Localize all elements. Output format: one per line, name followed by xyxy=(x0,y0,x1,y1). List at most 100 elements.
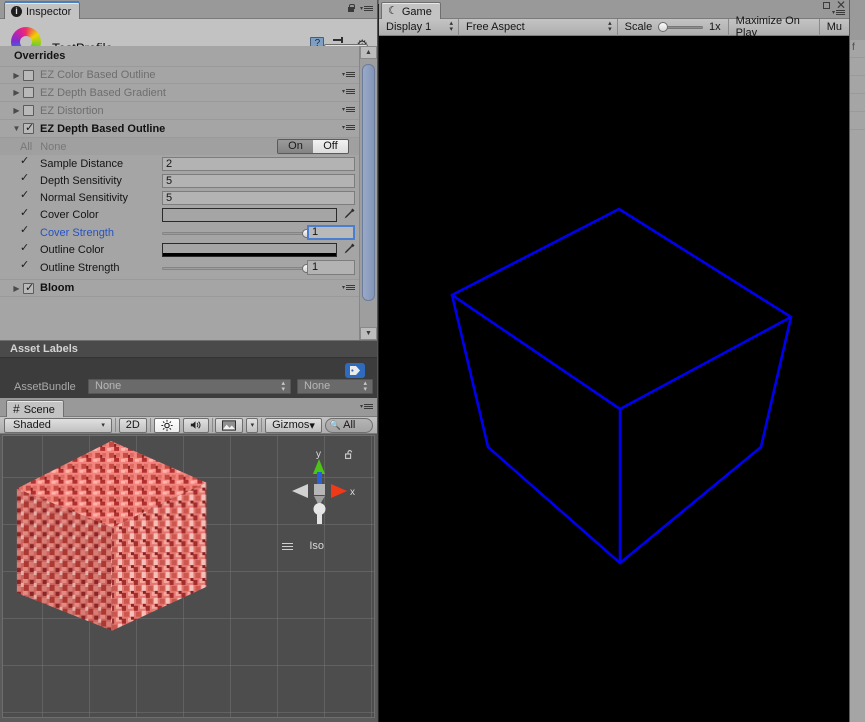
info-circle-icon: i xyxy=(11,6,22,17)
effect-row-distortion[interactable]: ▶ EZ Distortion ▾ xyxy=(0,102,359,120)
hamburger-lines xyxy=(364,6,373,11)
effect-label: EZ Depth Based Outline xyxy=(40,122,166,135)
game-viewport[interactable] xyxy=(379,36,849,722)
scale-label: Scale xyxy=(624,21,653,33)
scene-toolbar: Shaded ▾ 2D ▾ Gizmos ▾ 🔍 All xyxy=(0,417,377,434)
effect-enable-checkbox[interactable] xyxy=(23,121,34,134)
image-icon[interactable] xyxy=(215,417,244,433)
draw-mode-dropdown[interactable]: Shaded ▾ xyxy=(4,417,112,433)
effect-menu-icon[interactable]: ▾ xyxy=(342,71,355,78)
property-override-checkbox[interactable] xyxy=(20,154,31,169)
effect-row-bloom[interactable]: ▶ Bloom ▾ xyxy=(0,279,359,297)
gizmo-projection-label[interactable]: Iso xyxy=(309,540,324,552)
effect-menu-icon[interactable]: ▾ xyxy=(342,284,355,291)
effect-row-depth-based-gradient[interactable]: ▶ EZ Depth Based Gradient ▾ xyxy=(0,84,359,102)
tab-scene[interactable]: # Scene xyxy=(6,400,64,418)
cover-color-swatch[interactable] xyxy=(162,208,337,222)
display-value: Display 1 xyxy=(386,21,432,33)
2d-toggle-button[interactable]: 2D xyxy=(118,417,147,433)
toggle-on[interactable]: On xyxy=(278,140,313,153)
scale-slider-group[interactable]: Scale 1x xyxy=(618,18,729,36)
updown-arrows-icon: ▴ ▾ xyxy=(608,20,612,33)
fx-dropdown-icon[interactable]: ▾ xyxy=(246,417,259,433)
aspect-dropdown[interactable]: Free Aspect ▴ ▾ xyxy=(459,18,618,36)
foldout-arrow-icon[interactable]: ▶ xyxy=(10,71,23,80)
property-override-checkbox[interactable] xyxy=(20,206,31,221)
tab-game[interactable]: ☾ Game xyxy=(381,2,441,20)
inspector-tabstrip: i Inspector ▾ xyxy=(0,0,377,20)
toolbar-separator xyxy=(149,418,151,432)
effect-label: Bloom xyxy=(40,282,75,294)
tag-icon[interactable] xyxy=(345,363,365,378)
foldout-arrow-icon[interactable]: ▶ xyxy=(10,284,23,293)
chevron-down-icon: ▾ xyxy=(341,89,345,95)
chevron-down-icon: ▾ xyxy=(101,422,105,429)
gizmo-axes[interactable]: y x xyxy=(286,448,356,538)
effect-menu-icon[interactable]: ▾ xyxy=(342,88,355,95)
scale-slider[interactable] xyxy=(658,21,704,33)
eyedropper-icon[interactable] xyxy=(342,207,356,221)
lock-open-icon[interactable] xyxy=(345,450,354,460)
normal-sensitivity-input[interactable]: 5 xyxy=(162,190,355,205)
effect-row-depth-based-outline[interactable]: ▼ EZ Depth Based Outline ▾ xyxy=(0,120,359,138)
none-button[interactable]: None xyxy=(40,141,66,153)
inspector-content: Overrides ▶ EZ Color Based Outline ▾ ▶ E… xyxy=(0,46,359,340)
property-override-checkbox[interactable] xyxy=(20,223,31,238)
tab-inspector[interactable]: i Inspector xyxy=(4,1,81,20)
scroll-down-arrow-icon[interactable]: ▼ xyxy=(360,327,377,340)
inspector-scrollbar[interactable]: ▲ ▼ xyxy=(359,46,377,340)
game-menu-icon[interactable]: ▾ xyxy=(832,9,845,16)
property-override-checkbox[interactable] xyxy=(20,258,31,273)
outline-color-swatch[interactable] xyxy=(162,243,337,257)
outline-strength-input[interactable]: 1 xyxy=(307,260,355,275)
hamburger-lines xyxy=(346,72,355,77)
search-input[interactable]: 🔍 All xyxy=(324,417,374,433)
speaker-icon[interactable] xyxy=(182,417,209,433)
foldout-arrow-icon[interactable]: ▶ xyxy=(10,106,23,115)
foldout-arrow-icon[interactable]: ▼ xyxy=(10,124,23,133)
all-button[interactable]: All xyxy=(20,141,32,153)
effect-enable-checkbox[interactable] xyxy=(23,281,34,294)
on-off-toggle[interactable]: On Off xyxy=(277,139,349,154)
display-dropdown[interactable]: Display 1 ▴ ▾ xyxy=(379,18,460,36)
effect-enable-checkbox[interactable] xyxy=(23,105,34,116)
effect-row-color-based-outline[interactable]: ▶ EZ Color Based Outline ▾ xyxy=(0,66,359,84)
chevron-down-icon: ▾ xyxy=(341,285,345,291)
toggle-off[interactable]: Off xyxy=(313,140,348,153)
property-override-checkbox[interactable] xyxy=(20,171,31,186)
asset-bundle-variant-dropdown[interactable]: None ▴ ▾ xyxy=(297,379,373,394)
hamburger-lines xyxy=(346,89,355,94)
effect-menu-icon[interactable]: ▾ xyxy=(342,106,355,113)
scroll-up-arrow-icon[interactable]: ▲ xyxy=(360,46,377,59)
tab-game-label: Game xyxy=(401,5,432,18)
chevron-down-icon: ▾ xyxy=(309,419,315,432)
effect-menu-icon[interactable]: ▾ xyxy=(342,124,355,131)
gizmo-menu-icon[interactable] xyxy=(282,543,293,552)
scrollbar-thumb[interactable] xyxy=(362,64,375,301)
eyedropper-icon[interactable] xyxy=(342,242,356,256)
cover-strength-slider[interactable] xyxy=(162,229,311,238)
scale-slider-handle[interactable] xyxy=(658,22,669,32)
asset-bundle-dropdown[interactable]: None ▴ ▾ xyxy=(88,379,291,394)
inspector-menu-icon[interactable]: ▾ xyxy=(360,5,373,12)
gizmos-dropdown[interactable]: Gizmos ▾ xyxy=(265,417,322,433)
mute-audio-button[interactable]: Mu xyxy=(820,19,849,36)
scene-menu-icon[interactable]: ▾ xyxy=(360,403,373,410)
color-alpha-bar xyxy=(163,253,336,256)
maximize-on-play-button[interactable]: Maximize On Play xyxy=(729,15,820,39)
sample-distance-input[interactable]: 2 xyxy=(162,156,355,171)
depth-sensitivity-input[interactable]: 5 xyxy=(162,173,355,188)
lock-icon[interactable] xyxy=(347,4,355,13)
property-override-checkbox[interactable] xyxy=(20,188,31,203)
maximize-icon[interactable] xyxy=(822,2,830,9)
effect-enable-checkbox[interactable] xyxy=(23,87,34,98)
scene-view-gizmo[interactable]: y x Iso xyxy=(282,448,356,552)
property-label: Sample Distance xyxy=(40,157,124,170)
foldout-arrow-icon[interactable]: ▶ xyxy=(10,88,23,97)
outline-strength-slider[interactable] xyxy=(162,264,311,273)
property-override-checkbox[interactable] xyxy=(20,241,31,256)
cover-strength-input[interactable]: 1 xyxy=(307,225,355,240)
scene-viewport[interactable]: y x Iso xyxy=(2,435,375,718)
effect-enable-checkbox[interactable] xyxy=(23,69,34,81)
sun-icon[interactable] xyxy=(153,417,180,433)
